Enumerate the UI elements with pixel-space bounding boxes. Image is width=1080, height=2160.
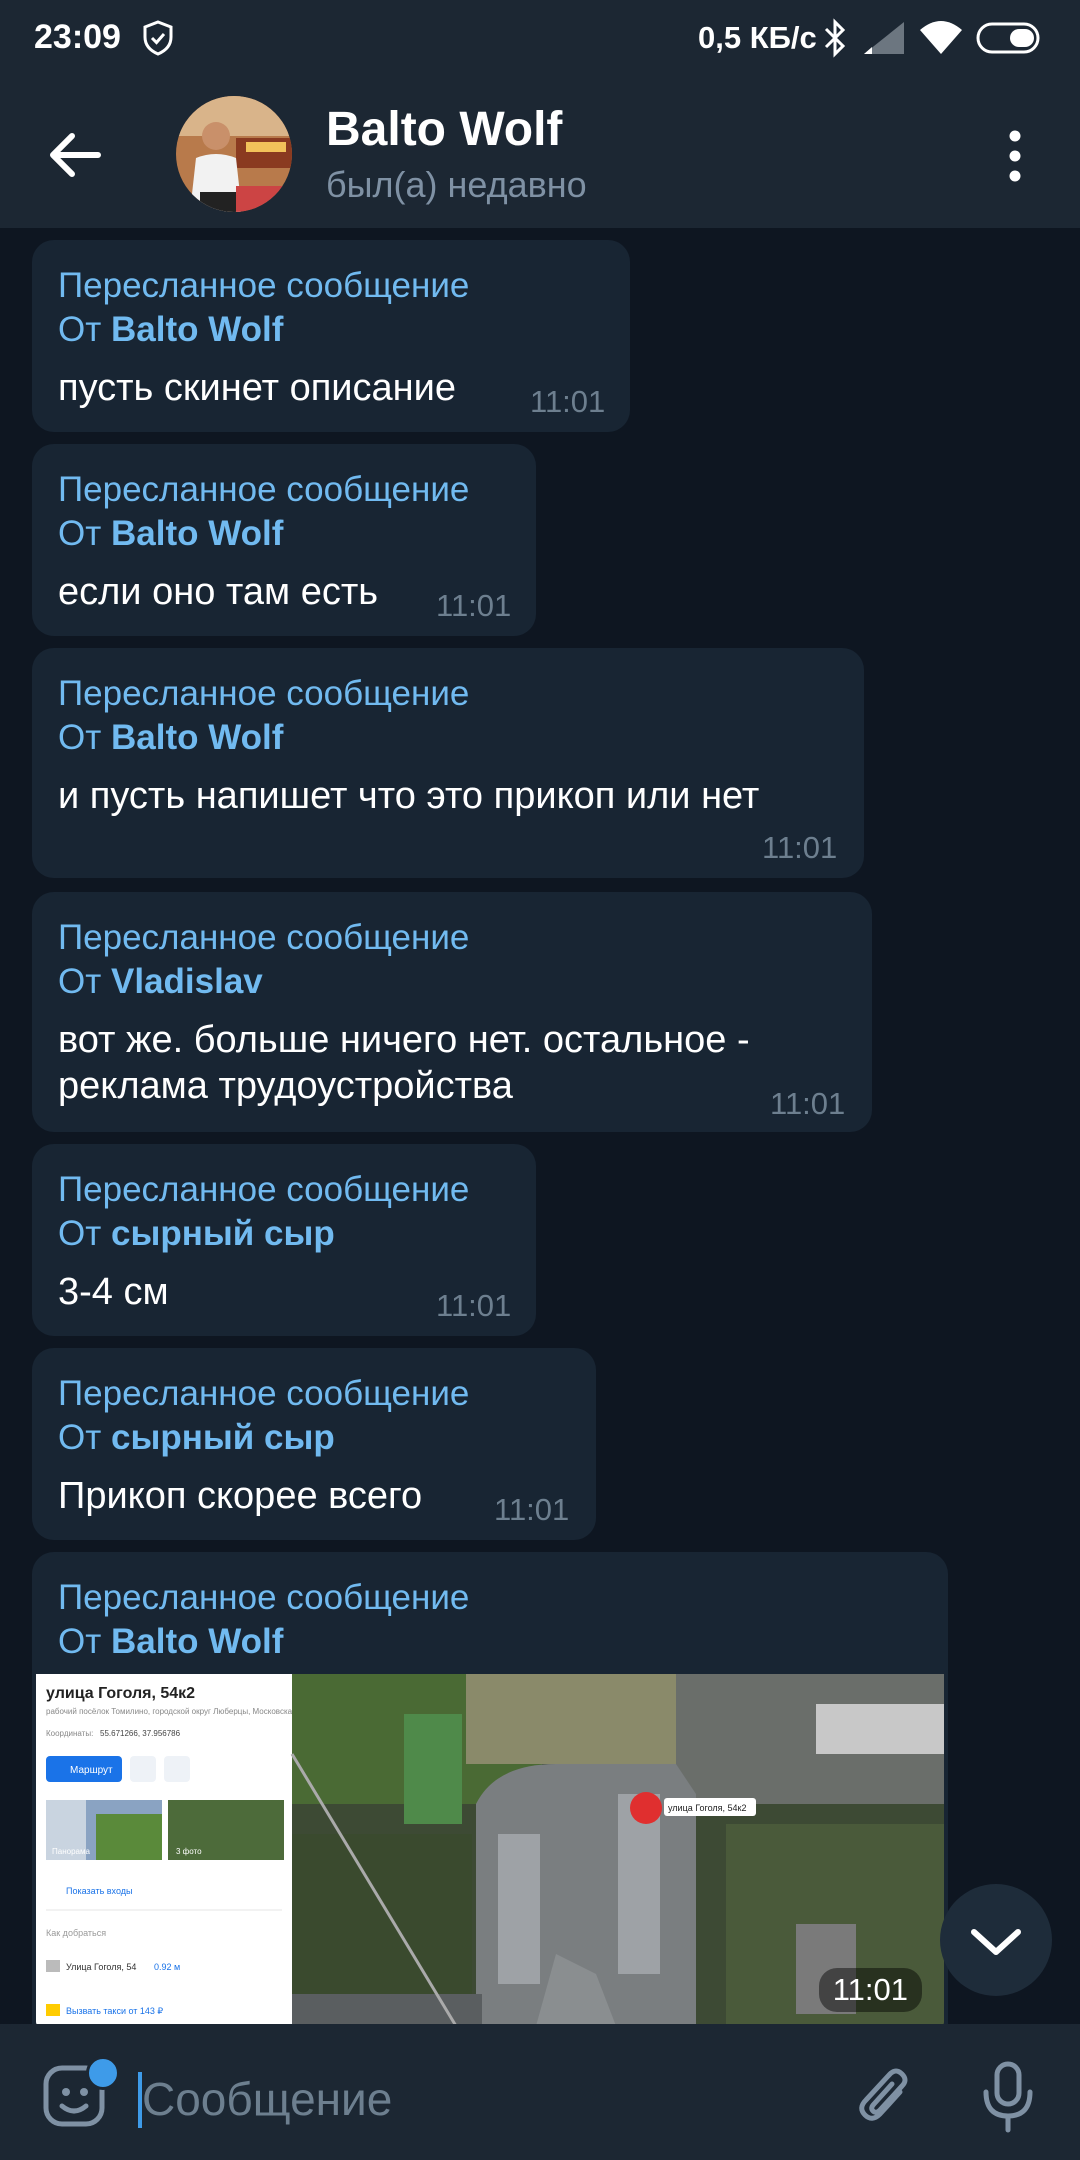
forward-from[interactable]: От Vladislav (58, 962, 263, 1002)
shield-icon (143, 20, 173, 56)
map-pin-icon (630, 1792, 662, 1824)
message-text: и пусть напишет что это прикоп или нет (58, 775, 760, 817)
entrances-link: Показать входы (66, 1886, 132, 1896)
message-bubble[interactable]: Пересланное сообщение От Balto Wolf и пу… (32, 648, 864, 878)
back-arrow-icon[interactable] (40, 120, 110, 190)
map-pin-label: улица Гоголя, 54к2 (668, 1803, 747, 1813)
avatar[interactable] (176, 96, 292, 212)
message-time: 11:01 (436, 1288, 512, 1323)
forward-label: Пересланное сообщение (58, 674, 470, 713)
place-title: улица Гоголя, 54к2 (46, 1685, 195, 1702)
how-to-get-label: Как добраться (46, 1928, 106, 1938)
message-text: пусть скинет описание (58, 367, 456, 409)
scroll-down-button[interactable] (940, 1884, 1052, 1996)
message-time: 11:01 (762, 830, 838, 865)
forward-label: Пересланное сообщение (58, 1374, 470, 1413)
forward-label: Пересланное сообщение (58, 918, 470, 957)
forward-from[interactable]: От сырный сыр (58, 1214, 335, 1254)
forward-from[interactable]: От сырный сыр (58, 1418, 335, 1458)
message-text: 3-4 см (58, 1271, 169, 1313)
attach-icon[interactable] (852, 2062, 918, 2132)
battery-icon (976, 22, 1040, 54)
forward-label: Пересланное сообщение (58, 470, 470, 509)
message-bubble[interactable]: Пересланное сообщение От Balto Wolf если… (32, 444, 536, 636)
message-time: 11:01 (770, 1086, 846, 1121)
message-input[interactable] (140, 2062, 804, 2136)
mic-icon[interactable] (978, 2058, 1038, 2134)
message-bubble[interactable]: Пересланное сообщение От сырный сыр Прик… (32, 1348, 596, 1540)
chat-title[interactable]: Balto Wolf (326, 102, 562, 157)
message-time: 11:01 (530, 384, 606, 419)
forward-from[interactable]: От Balto Wolf (58, 718, 283, 758)
coords-label: Координаты: (46, 1729, 93, 1738)
forward-label: Пересланное сообщение (58, 266, 470, 305)
wifi-icon (920, 21, 962, 54)
panorama-label: Панорама (52, 1847, 90, 1856)
chat-header: Balto Wolf был(а) недавно (0, 76, 1080, 228)
scroll-down-icon (971, 1929, 1021, 1955)
more-vert-icon[interactable] (1000, 126, 1030, 186)
signal-icon (864, 22, 904, 54)
forward-from[interactable]: От Balto Wolf (58, 310, 283, 350)
taxi-link: Вызвать такси от 143 ₽ (66, 2006, 163, 2016)
message-bubble[interactable]: Пересланное сообщение От Balto Wolf пуст… (32, 240, 630, 432)
network-speed: 0,5 КБ/с (698, 20, 817, 55)
message-bubble-photo[interactable]: Пересланное сообщение От Balto Wolf улиц… (32, 1552, 948, 2028)
status-bar: 23:09 0,5 КБ/с (0, 0, 1080, 76)
route-button-label: Маршрут (70, 1765, 113, 1776)
message-text: если оно там есть (58, 571, 379, 613)
forward-from[interactable]: От Balto Wolf (58, 1622, 283, 1662)
forward-label: Пересланное сообщение (58, 1170, 470, 1209)
transit-distance: 0.92 м (154, 1962, 180, 1972)
message-bubble[interactable]: Пересланное сообщение От Vladislav вот ж… (32, 892, 872, 1132)
transit-stop: Улица Гоголя, 54 (66, 1962, 136, 1972)
message-text-line: реклама трудоустройства (58, 1065, 513, 1107)
coords-value: 55.671266, 37.956786 (100, 1729, 181, 1738)
status-time: 23:09 (34, 18, 121, 56)
photos-label: 3 фото (176, 1847, 202, 1856)
message-text: Прикоп скорее всего (58, 1475, 423, 1517)
photo-time: 11:01 (818, 1968, 922, 2012)
map-screenshot-image[interactable]: улица Гоголя, 54к2 рабочий посёлок Томил… (36, 1674, 944, 2026)
message-time: 11:01 (436, 588, 512, 623)
message-composer (0, 2024, 1080, 2160)
notification-dot (86, 2056, 120, 2090)
message-bubble[interactable]: Пересланное сообщение От сырный сыр 3-4 … (32, 1144, 536, 1336)
forward-from[interactable]: От Balto Wolf (58, 514, 283, 554)
message-time: 11:01 (494, 1492, 570, 1527)
forward-label: Пересланное сообщение (58, 1578, 470, 1617)
bluetooth-icon (824, 18, 846, 58)
message-text-line: вот же. больше ничего нет. остальное - (58, 1019, 750, 1061)
last-seen-status: был(а) недавно (326, 164, 587, 205)
